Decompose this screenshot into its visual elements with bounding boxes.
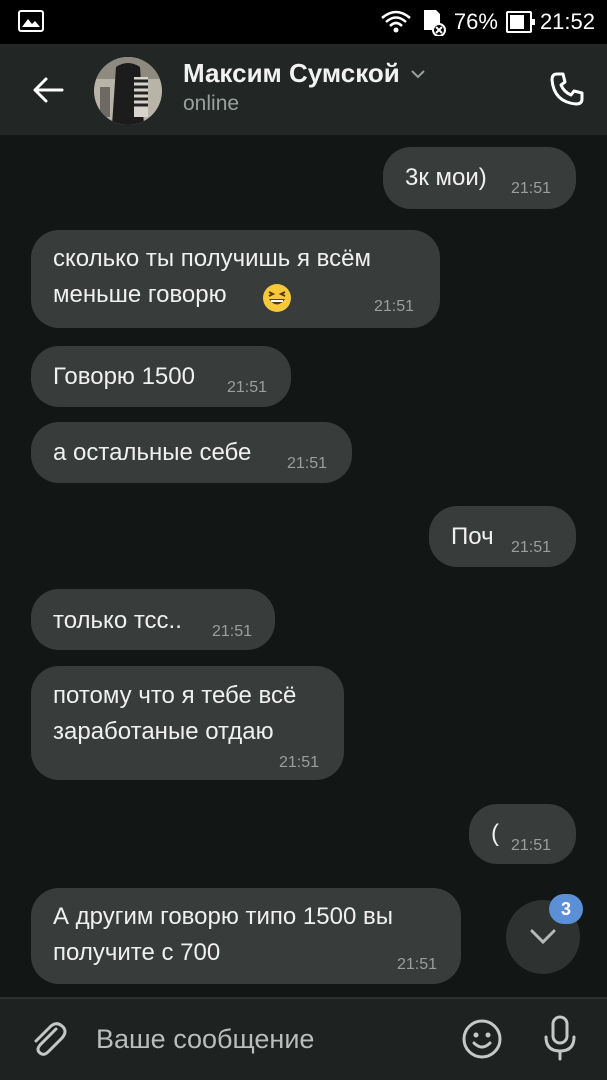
message-outgoing[interactable]: 3к мои) 21:51 xyxy=(383,147,576,209)
message-time: 21:51 xyxy=(511,180,552,197)
status-bar: 76% 21:52 xyxy=(0,0,607,44)
message-incoming[interactable]: сколько ты получишь я всём меньше говорю… xyxy=(31,230,440,328)
message-text: Поч xyxy=(451,523,494,550)
message-text: 3к мои) xyxy=(405,164,487,191)
message-outgoing[interactable]: Поч 21:51 xyxy=(429,506,576,567)
unread-count-badge: 3 xyxy=(549,894,583,924)
message-time: 21:51 xyxy=(397,956,438,973)
message-time: 21:51 xyxy=(511,539,552,556)
message-time: 21:51 xyxy=(374,298,415,315)
paperclip-icon[interactable] xyxy=(26,1017,70,1061)
smiley-icon[interactable] xyxy=(460,1017,504,1061)
chevron-down-icon xyxy=(411,69,425,78)
gallery-notification-icon xyxy=(18,10,44,32)
message-time: 21:51 xyxy=(227,379,268,396)
message-time: 21:51 xyxy=(279,754,320,771)
message-list[interactable]: 3к мои) 21:51 сколько ты получишь я всём… xyxy=(0,135,607,997)
message-text: Говорю 1500 xyxy=(53,363,195,390)
message-incoming[interactable]: А другим говорю типо 1500 вы получите с … xyxy=(31,888,461,984)
message-text: только тсс.. xyxy=(53,607,182,634)
message-text: а остальные себе xyxy=(53,439,252,466)
contact-name-text: Максим Сумской xyxy=(183,58,400,88)
back-arrow-icon[interactable] xyxy=(24,68,72,112)
message-incoming[interactable]: потому что я тебе всё заработаные отдаю … xyxy=(31,666,344,780)
battery-percent: 76% xyxy=(453,9,498,34)
chevron-down-icon xyxy=(530,929,556,945)
phone-call-icon[interactable] xyxy=(548,70,586,108)
avatar[interactable] xyxy=(94,57,162,125)
avatar-image xyxy=(94,57,162,125)
composer-bar xyxy=(0,999,607,1080)
message-incoming[interactable]: Говорю 1500 21:51 xyxy=(31,346,291,407)
message-text: сколько ты получишь я всём меньше говорю xyxy=(53,245,371,308)
contact-name[interactable]: Максим Сумской xyxy=(183,58,426,89)
battery-icon xyxy=(505,11,535,33)
message-text: потому что я тебе всё заработаные отдаю xyxy=(53,682,297,745)
sd-card-icon xyxy=(423,10,446,36)
message-text: А другим говорю типо 1500 вы получите с … xyxy=(53,903,393,966)
microphone-icon[interactable] xyxy=(538,1013,582,1063)
message-time: 21:51 xyxy=(212,623,253,640)
message-text: ( xyxy=(491,820,499,847)
message-incoming[interactable]: а остальные себе 21:51 xyxy=(31,422,352,483)
clock: 21:52 xyxy=(539,9,595,34)
grinning-squinting-face-emoji-icon xyxy=(263,284,291,312)
battery-fill xyxy=(509,15,524,29)
message-outgoing[interactable]: ( 21:51 xyxy=(469,804,576,864)
message-time: 21:51 xyxy=(287,455,328,472)
wifi-icon xyxy=(381,10,411,33)
chat-header: Максим Сумской online xyxy=(0,44,607,135)
message-incoming[interactable]: только тсс.. 21:51 xyxy=(31,589,275,650)
message-input[interactable] xyxy=(96,1017,436,1061)
message-time: 21:51 xyxy=(511,837,552,854)
contact-status: online xyxy=(183,92,240,115)
